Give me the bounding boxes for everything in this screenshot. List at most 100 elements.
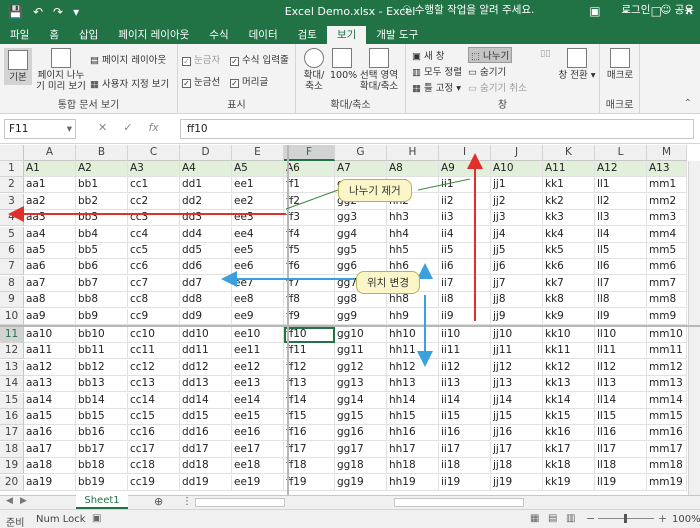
cell-J7[interactable]: jj6 <box>491 259 543 276</box>
ribbon-display-icon[interactable]: ▣ <box>589 4 600 18</box>
cell-B3[interactable]: bb2 <box>76 193 128 210</box>
cell-C12[interactable]: cc11 <box>128 343 180 360</box>
cell-D6[interactable]: dd5 <box>180 243 232 259</box>
cell-E20[interactable]: ee19 <box>232 474 284 491</box>
cell-I19[interactable]: ii18 <box>439 458 491 475</box>
cell-M13[interactable]: mm12 <box>647 359 687 376</box>
row-header-7[interactable]: 7 <box>0 259 24 276</box>
cell-F6[interactable]: ff5 <box>284 243 335 259</box>
cell-F2[interactable]: ff1 <box>284 177 335 194</box>
cell-I8[interactable]: ii7 <box>439 275 491 292</box>
cell-D19[interactable]: dd18 <box>180 458 232 475</box>
cell-E13[interactable]: ee12 <box>232 359 284 376</box>
cell-H9[interactable]: hh8 <box>387 292 439 309</box>
vertical-scrollbar-bottom[interactable] <box>688 327 700 495</box>
cell-I7[interactable]: ii6 <box>439 259 491 276</box>
prev-sheet-icon[interactable]: ◀ <box>6 496 13 506</box>
cell-A11[interactable]: aa10 <box>24 327 76 343</box>
cell-D2[interactable]: dd1 <box>180 177 232 194</box>
next-sheet-icon[interactable]: ▶ <box>20 496 27 506</box>
new-sheet-icon[interactable]: ⊕ <box>154 495 163 508</box>
ruler-checkbox[interactable]: ✓ 눈금자 <box>182 52 220 66</box>
split-button[interactable]: ⬚ 나누기 <box>468 47 513 63</box>
row-header-12[interactable]: 12 <box>0 343 24 360</box>
view-side-by-side-icon[interactable]: ▯▯ <box>540 48 550 59</box>
column-header-E[interactable]: E <box>232 145 284 161</box>
row-header-8[interactable]: 8 <box>0 275 24 292</box>
cell-D13[interactable]: dd12 <box>180 359 232 376</box>
row-header-18[interactable]: 18 <box>0 441 24 458</box>
cell-L20[interactable]: ll19 <box>595 474 647 491</box>
cell-J8[interactable]: jj7 <box>491 275 543 292</box>
cell-H18[interactable]: hh17 <box>387 441 439 458</box>
cell-E16[interactable]: ee15 <box>232 409 284 425</box>
share-button[interactable]: ☺ 공유 <box>660 2 694 17</box>
column-header-J[interactable]: J <box>491 145 543 161</box>
cell-J3[interactable]: jj2 <box>491 193 543 210</box>
cell-F4[interactable]: ff3 <box>284 210 335 227</box>
cell-H15[interactable]: hh14 <box>387 392 439 409</box>
gridlines-checkbox[interactable]: ✓ 눈금선 <box>182 74 220 88</box>
cell-E2[interactable]: ee1 <box>232 177 284 194</box>
horizontal-split-bar[interactable] <box>0 325 700 327</box>
horizontal-scrollbar-left[interactable] <box>195 498 285 507</box>
cell-F17[interactable]: ff16 <box>284 425 335 442</box>
cell-F19[interactable]: ff18 <box>284 458 335 475</box>
cell-F10[interactable]: ff9 <box>284 308 335 325</box>
column-header-F[interactable]: F <box>284 145 335 161</box>
cell-C7[interactable]: cc6 <box>128 259 180 276</box>
column-header-I[interactable]: I <box>439 145 491 161</box>
cell-A20[interactable]: aa19 <box>24 474 76 491</box>
cancel-icon[interactable]: ✕ <box>98 121 107 134</box>
cell-D7[interactable]: dd6 <box>180 259 232 276</box>
cell-B1[interactable]: A2 <box>76 161 128 177</box>
cell-B13[interactable]: bb12 <box>76 359 128 376</box>
tab-2[interactable]: 삽입 <box>69 26 108 44</box>
cell-A2[interactable]: aa1 <box>24 177 76 194</box>
cell-A14[interactable]: aa13 <box>24 376 76 393</box>
sheet-tab-sheet1[interactable]: Sheet1 <box>76 495 128 509</box>
zoom-100-button[interactable]: 100% <box>330 48 357 81</box>
tab-7[interactable]: 보기 <box>326 26 367 44</box>
cell-H11[interactable]: hh10 <box>387 327 439 343</box>
cell-I5[interactable]: ii4 <box>439 226 491 243</box>
cell-C5[interactable]: cc4 <box>128 226 180 243</box>
hide-button[interactable]: ▭ 숨기기 <box>468 64 506 78</box>
cell-E9[interactable]: ee8 <box>232 292 284 309</box>
row-header-1[interactable]: 1 <box>0 161 24 177</box>
cell-G10[interactable]: gg9 <box>335 308 387 325</box>
row-header-15[interactable]: 15 <box>0 392 24 409</box>
cell-A18[interactable]: aa17 <box>24 441 76 458</box>
cell-G11[interactable]: gg10 <box>335 327 387 343</box>
cell-M11[interactable]: mm10 <box>647 327 687 343</box>
column-header-D[interactable]: D <box>180 145 232 161</box>
tab-6[interactable]: 검토 <box>288 26 327 44</box>
cell-C2[interactable]: cc1 <box>128 177 180 194</box>
cell-M18[interactable]: mm17 <box>647 441 687 458</box>
cell-I2[interactable]: ii1 <box>439 177 491 194</box>
cell-I4[interactable]: ii3 <box>439 210 491 227</box>
freeze-panes-button[interactable]: ▦ 틀 고정 ▾ <box>412 80 461 94</box>
row-header-16[interactable]: 16 <box>0 409 24 425</box>
cell-E3[interactable]: ee2 <box>232 193 284 210</box>
tab-1[interactable]: 홈 <box>39 26 69 44</box>
cell-B20[interactable]: bb19 <box>76 474 128 491</box>
cell-K19[interactable]: kk18 <box>543 458 595 475</box>
cell-A1[interactable]: A1 <box>24 161 76 177</box>
cell-B10[interactable]: bb9 <box>76 308 128 325</box>
cell-L4[interactable]: ll3 <box>595 210 647 227</box>
row-header-3[interactable]: 3 <box>0 193 24 210</box>
cell-E1[interactable]: A5 <box>232 161 284 177</box>
page-layout-status-icon[interactable]: ▤ <box>548 513 557 524</box>
cell-M14[interactable]: mm13 <box>647 376 687 393</box>
cell-K11[interactable]: kk10 <box>543 327 595 343</box>
cell-B5[interactable]: bb4 <box>76 226 128 243</box>
cell-J19[interactable]: jj18 <box>491 458 543 475</box>
cell-B4[interactable]: bb3 <box>76 210 128 227</box>
cell-B12[interactable]: bb11 <box>76 343 128 360</box>
cell-E15[interactable]: ee14 <box>232 392 284 409</box>
cell-H10[interactable]: hh9 <box>387 308 439 325</box>
cell-H14[interactable]: hh13 <box>387 376 439 393</box>
cell-F7[interactable]: ff6 <box>284 259 335 276</box>
cell-G9[interactable]: gg8 <box>335 292 387 309</box>
